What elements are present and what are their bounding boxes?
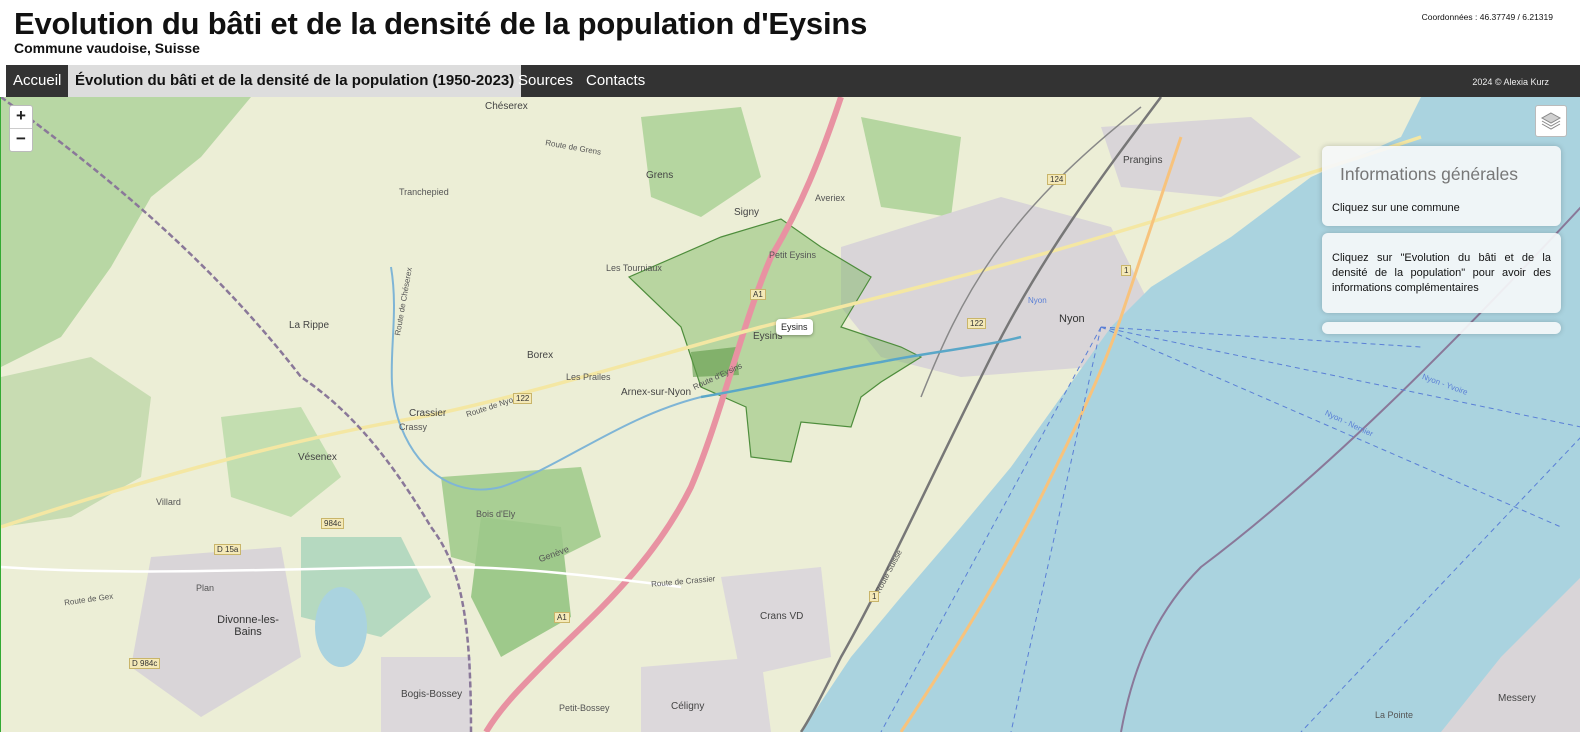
map-label-crassy: Crassy bbox=[399, 422, 428, 432]
commune-tooltip: Eysins bbox=[776, 319, 813, 335]
layers-button[interactable] bbox=[1535, 105, 1567, 137]
map-label-villard: Villard bbox=[156, 497, 181, 507]
map-label-prangins: Prangins bbox=[1123, 155, 1163, 166]
page-title: Evolution du bâti et de la densité de la… bbox=[14, 6, 868, 41]
map-label-messery: Messery bbox=[1498, 693, 1536, 704]
map-label-la-rippe: La Rippe bbox=[289, 320, 330, 331]
road-badge: 122 bbox=[967, 318, 987, 329]
empty-panel bbox=[1322, 322, 1561, 334]
map-label-crassier: Crassier bbox=[409, 408, 447, 419]
map-label-plan: Plan bbox=[196, 583, 215, 593]
road-badge: 122 bbox=[513, 393, 533, 404]
map-label-grens: Grens bbox=[646, 170, 674, 181]
map-label-petit-bossey: Petit-Bossey bbox=[559, 703, 610, 713]
map-label-les-tourniaux: Les Tourniaux bbox=[606, 263, 662, 273]
road-badge: D 15a bbox=[214, 544, 242, 555]
layers-icon bbox=[1540, 112, 1562, 130]
map-label-la-pointe: La Pointe bbox=[1375, 710, 1414, 720]
info-panel: Informations générales Cliquez sur une c… bbox=[1322, 146, 1561, 226]
map-label-crans: Crans VD bbox=[760, 611, 804, 622]
map-label-petit-eysins: Petit Eysins bbox=[769, 250, 817, 260]
map-label-nyon-station: Nyon bbox=[1028, 296, 1047, 305]
info-panel-text: Cliquez sur une commune bbox=[1332, 202, 1460, 214]
map-label-borex: Borex bbox=[527, 350, 554, 361]
map-label-arnex: Arnex-sur-Nyon bbox=[621, 387, 692, 398]
map-label-nyon: Nyon bbox=[1059, 313, 1085, 325]
map-label-bois-ely: Bois d'Ely bbox=[476, 509, 516, 519]
page-subtitle: Commune vaudoise, Suisse bbox=[14, 40, 200, 56]
map-label-cheserex: Chéserex bbox=[485, 101, 528, 112]
map-label-tranchepied: Tranchepied bbox=[399, 187, 449, 197]
road-badge: 984c bbox=[321, 518, 345, 529]
nav-sources[interactable]: Sources bbox=[511, 65, 580, 97]
road-badge: 124 bbox=[1047, 174, 1067, 185]
help-panel: Cliquez sur "Evolution du bâti et de la … bbox=[1322, 233, 1561, 313]
nav-evolution[interactable]: Évolution du bâti et de la densité de la… bbox=[68, 65, 522, 97]
page-header: Evolution du bâti et de la densité de la… bbox=[0, 0, 1580, 65]
coordinates-readout: Coordonnées : 46.37749 / 6.21319 bbox=[1421, 12, 1553, 22]
map-label-divonne: Divonne-les-Bains bbox=[217, 614, 279, 638]
map-canvas[interactable]: Chéserex Grens Signy Prangins Tranchepie… bbox=[0, 97, 1580, 732]
road-badge: A1 bbox=[554, 612, 570, 623]
map-label-celigny: Céligny bbox=[671, 701, 705, 712]
copyright: 2024 © Alexia Kurz bbox=[1472, 77, 1549, 87]
nav-accueil[interactable]: Accueil bbox=[6, 65, 68, 97]
map-label-les-prailes: Les Prailes bbox=[566, 372, 611, 382]
map-label-bogis: Bogis-Bossey bbox=[401, 689, 463, 700]
zoom-out-button[interactable]: − bbox=[10, 128, 32, 151]
road-badge: D 984c bbox=[129, 658, 161, 669]
map-label-signy: Signy bbox=[734, 207, 760, 218]
navbar: Accueil Évolution du bâti et de la densi… bbox=[6, 65, 1580, 97]
map-label-vesenex: Vésenex bbox=[298, 452, 337, 463]
road-badge: 1 bbox=[1121, 265, 1132, 276]
help-panel-text: Cliquez sur "Evolution du bâti et de la … bbox=[1332, 252, 1551, 294]
zoom-in-button[interactable]: + bbox=[10, 106, 32, 128]
zoom-control: + − bbox=[9, 105, 33, 152]
road-badge: 1 bbox=[869, 591, 880, 602]
info-panel-title: Informations générales bbox=[1340, 164, 1519, 184]
map-label-averiex: Averiex bbox=[815, 193, 845, 203]
nav-contacts[interactable]: Contacts bbox=[579, 65, 652, 97]
road-badge: A1 bbox=[750, 289, 766, 300]
